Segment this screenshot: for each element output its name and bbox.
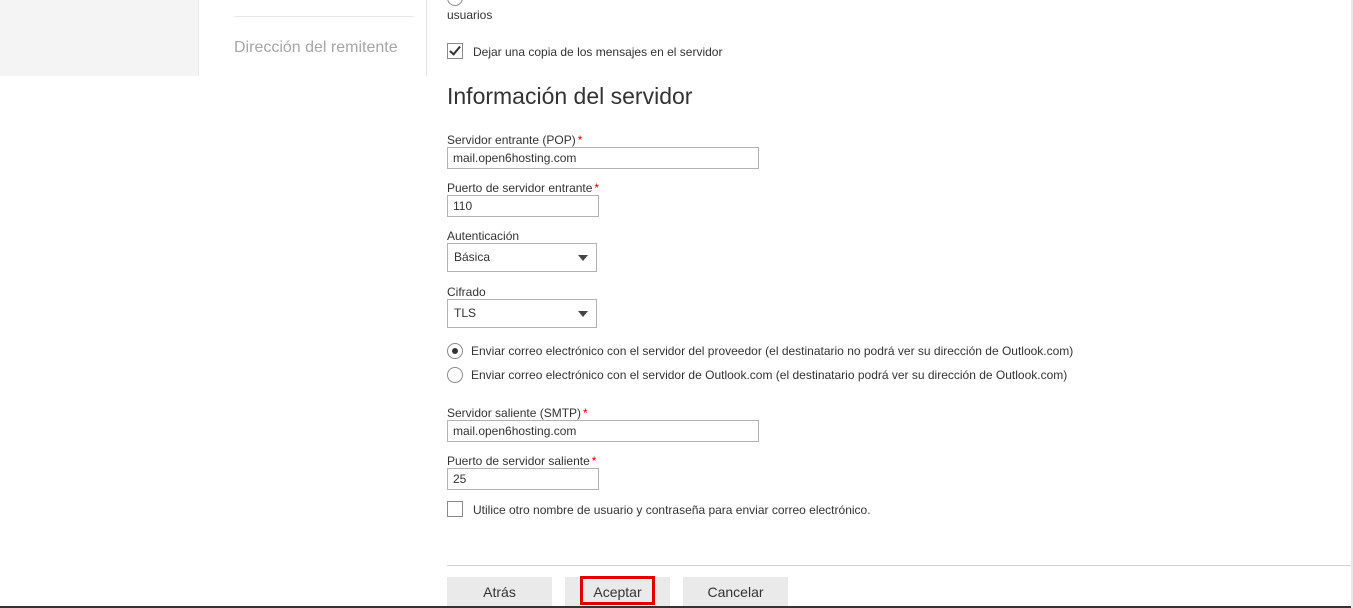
keep-copy-checkbox[interactable] <box>447 43 463 59</box>
keep-copy-label: Dejar una copia de los mensajes en el se… <box>473 45 723 59</box>
incoming-port-label: Puerto de servidor entrante * <box>447 181 600 195</box>
partial-option-text: usuarios <box>447 8 493 22</box>
radio-selected-dot <box>452 348 458 354</box>
page-title: Información del servidor <box>447 83 693 109</box>
auth-selected-value: Básica <box>454 250 491 264</box>
outgoing-server-label: Servidor saliente (SMTP) * <box>447 406 588 420</box>
footer-divider <box>447 565 1353 566</box>
outgoing-server-input[interactable]: mail.open6hosting.com <box>447 420 759 442</box>
partial-radio-button[interactable] <box>447 0 463 6</box>
checkmark-icon <box>449 43 461 56</box>
cancel-button[interactable]: Cancelar <box>683 577 788 608</box>
accept-button[interactable]: Aceptar <box>565 577 670 608</box>
send-provider-radio[interactable] <box>447 343 463 359</box>
encryption-selected-value: TLS <box>454 306 477 320</box>
outgoing-port-input[interactable]: 25 <box>447 468 599 490</box>
sidebar-panel <box>0 0 198 76</box>
outgoing-port-label: Puerto de servidor saliente * <box>447 454 597 468</box>
nav-divider <box>234 16 414 17</box>
required-mark: * <box>591 454 597 468</box>
incoming-server-input[interactable]: mail.open6hosting.com <box>447 147 759 169</box>
encryption-label: Cifrado <box>447 285 486 299</box>
nav-item-sender-address[interactable]: Dirección del remitente <box>234 39 398 57</box>
send-outlook-label: Enviar correo electrónico con el servido… <box>471 368 1068 382</box>
auth-select[interactable]: Básica <box>447 243 597 272</box>
auth-label: Autenticación <box>447 229 520 243</box>
other-credentials-label: Utilice otro nombre de usuario y contras… <box>473 503 871 517</box>
chevron-down-icon <box>578 311 588 317</box>
other-credentials-checkbox[interactable] <box>447 501 463 517</box>
back-button[interactable]: Atrás <box>447 577 552 608</box>
settings-nav: Dirección del remitente <box>198 0 427 76</box>
encryption-select[interactable]: TLS <box>447 299 597 328</box>
chevron-down-icon <box>578 255 588 261</box>
send-outlook-radio[interactable] <box>447 367 463 383</box>
incoming-server-label: Servidor entrante (POP) * <box>447 133 583 147</box>
incoming-port-input[interactable]: 110 <box>447 195 599 217</box>
required-mark: * <box>577 133 583 147</box>
required-mark: * <box>594 181 600 195</box>
send-provider-label: Enviar correo electrónico con el servido… <box>471 344 1074 358</box>
required-mark: * <box>583 406 588 420</box>
